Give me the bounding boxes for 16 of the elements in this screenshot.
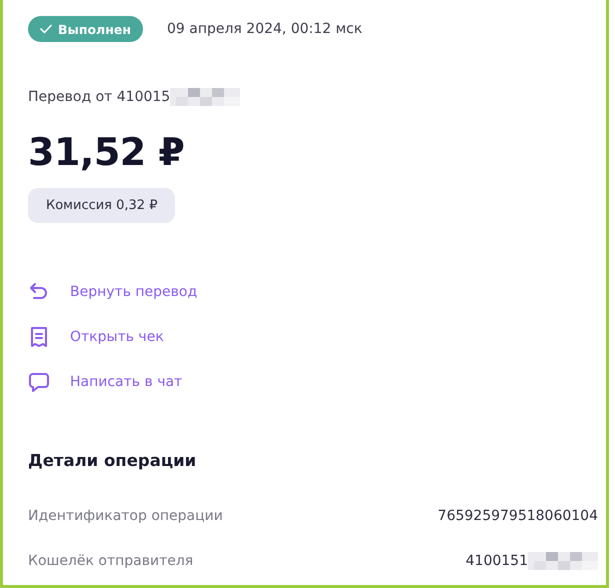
detail-label: Кошелёк отправителя [28,553,194,569]
section-heading: Детали операции [28,451,198,470]
receipt-icon [28,326,50,348]
detail-label: Идентификатор операции [28,508,223,524]
amount: 31,52 ₽ [28,130,186,174]
date-time: 09 апреля 2024, 00:12 мск [166,21,362,37]
action-link[interactable]: Вернуть перевод [28,281,598,303]
detail-value: 4100151 [466,553,528,569]
transfer-source: Перевод от 410015 [28,89,170,105]
detail-value: 765925979518060104 [438,508,598,524]
check-icon [40,24,52,34]
status-badge: Выполнен [28,16,143,42]
action-link[interactable]: Открыть чек [28,326,598,348]
chat-bubble-icon [28,371,50,393]
commission-chip: Комиссия 0,32 ₽ [28,188,176,223]
action-link[interactable]: Написать в чат [28,371,598,393]
